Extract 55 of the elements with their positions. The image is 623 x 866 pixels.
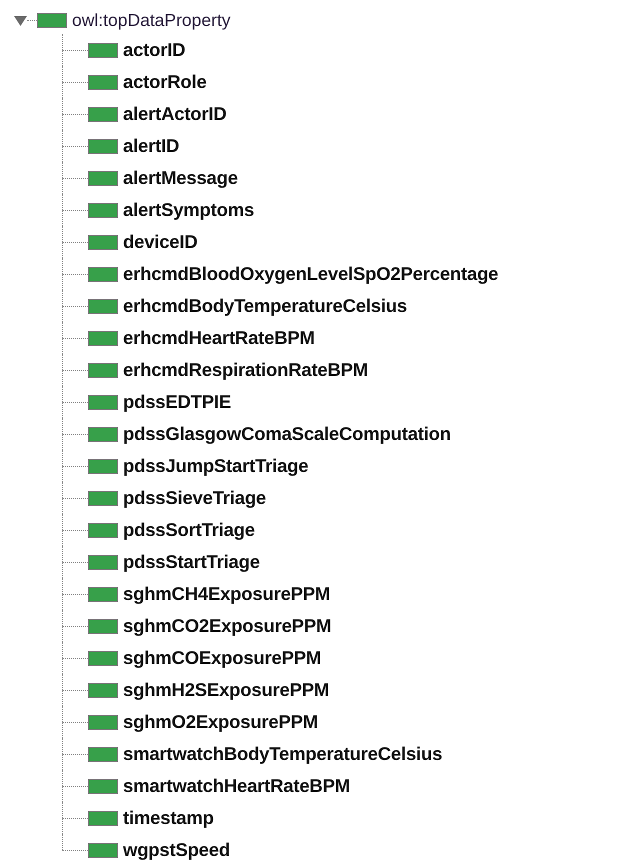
property-icon	[88, 618, 118, 634]
property-icon	[88, 490, 118, 506]
property-icon	[88, 586, 118, 602]
tree-item[interactable]: alertMessage	[123, 167, 238, 189]
property-icon	[88, 266, 118, 282]
tree-item[interactable]: erhcmdHeartRateBPM	[123, 327, 315, 349]
tree-item[interactable]: sghmCOExposurePPM	[123, 647, 322, 669]
tree-item[interactable]: timestamp	[123, 807, 214, 829]
property-icon	[88, 330, 118, 346]
property-icon	[88, 42, 118, 58]
tree-item[interactable]: pdssGlasgowComaScaleComputation	[123, 423, 451, 445]
property-icon	[88, 714, 118, 730]
property-icon	[88, 682, 118, 698]
property-icon	[88, 74, 118, 90]
tree-item[interactable]: sghmCO2ExposurePPM	[123, 615, 332, 637]
tree-item[interactable]: sghmH2SExposurePPM	[123, 679, 330, 701]
tree-item[interactable]: alertID	[123, 135, 180, 157]
tree-item[interactable]: sghmO2ExposurePPM	[123, 711, 318, 733]
tree-item[interactable]: alertActorID	[123, 103, 226, 125]
tree-item[interactable]: deviceID	[123, 231, 198, 253]
tree-item[interactable]: erhcmdRespirationRateBPM	[123, 359, 368, 381]
property-icon	[88, 170, 118, 186]
tree-item[interactable]: wgpstSpeed	[123, 839, 230, 861]
property-icon	[88, 138, 118, 154]
tree-item[interactable]: pdssSortTriage	[123, 519, 255, 541]
property-icon	[88, 522, 118, 538]
collapse-triangle-icon[interactable]	[14, 14, 27, 26]
property-icon	[88, 426, 118, 442]
tree-item[interactable]: erhcmdBodyTemperatureCelsius	[123, 295, 407, 317]
property-icon	[88, 394, 118, 410]
property-icon	[88, 106, 118, 122]
tree-item[interactable]: pdssEDTPIE	[123, 391, 231, 413]
tree-item[interactable]: owl:topDataProperty	[72, 10, 231, 30]
property-icon	[88, 778, 118, 794]
property-icon	[88, 554, 118, 570]
tree-item[interactable]: erhcmdBloodOxygenLevelSpO2Percentage	[123, 263, 498, 285]
tree-item[interactable]: pdssStartTriage	[123, 551, 260, 573]
property-icon	[88, 650, 118, 666]
property-icon	[88, 202, 118, 218]
property-icon	[88, 298, 118, 314]
tree-item[interactable]: pdssJumpStartTriage	[123, 455, 308, 477]
tree-item[interactable]: alertSymptoms	[123, 199, 254, 221]
property-icon	[88, 234, 118, 250]
property-icon	[37, 12, 67, 28]
tree-item[interactable]: sghmCH4ExposurePPM	[123, 583, 330, 605]
tree-item[interactable]: actorRole	[123, 71, 207, 93]
tree-item[interactable]: pdssSieveTriage	[123, 487, 266, 509]
tree-item[interactable]: smartwatchHeartRateBPM	[123, 775, 350, 797]
tree-item[interactable]: actorID	[123, 39, 186, 61]
property-icon	[88, 746, 118, 762]
property-icon	[88, 842, 118, 858]
property-icon	[88, 810, 118, 826]
property-icon	[88, 362, 118, 378]
tree-item[interactable]: smartwatchBodyTemperatureCelsius	[123, 743, 442, 765]
property-icon	[88, 458, 118, 474]
